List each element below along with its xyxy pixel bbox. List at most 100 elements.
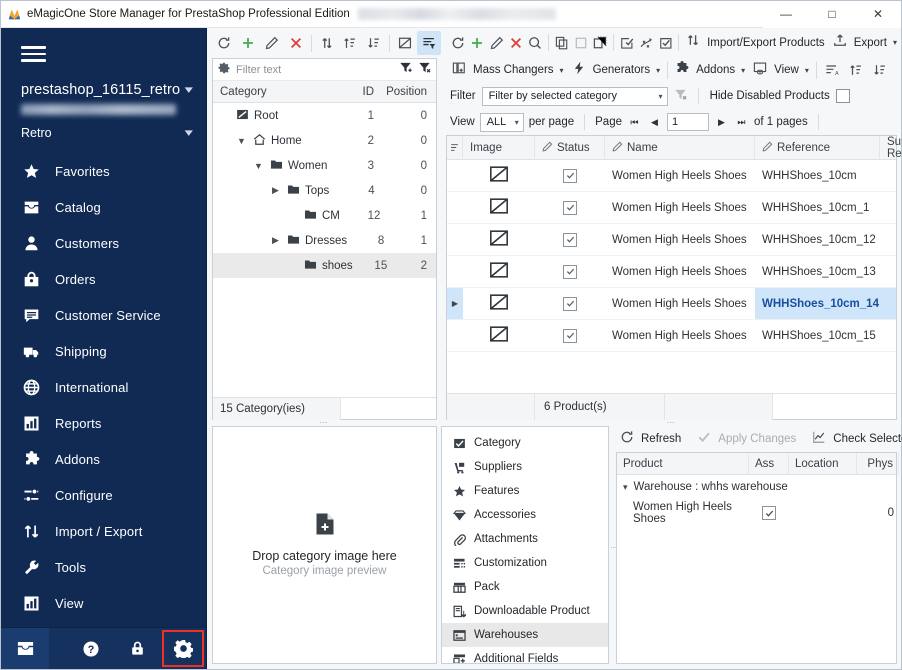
sidebar-item-customers[interactable]: Customers (1, 226, 206, 262)
sort-alpha-icon[interactable]: A (820, 58, 844, 82)
sidebar-item-addons[interactable]: Addons (1, 442, 206, 478)
hide-disabled-checkbox[interactable] (835, 89, 850, 103)
detail-tab-attachments[interactable]: Attachments (442, 527, 608, 551)
export-button[interactable]: Export ▾ (829, 33, 901, 52)
column-header-status[interactable]: Status (535, 135, 605, 160)
per-page-select[interactable]: ALL ▾ (479, 112, 524, 132)
table-row[interactable]: Women High Heels Shoes WHHShoes_10cm_12 (447, 224, 896, 256)
column-header-phys[interactable]: Phys (857, 452, 899, 475)
product-status-cell[interactable] (535, 256, 605, 287)
sidebar-item-catalog[interactable]: Catalog (1, 190, 206, 226)
category-tree-row[interactable]: ▶ Tops 4 0 (213, 178, 436, 203)
help-icon[interactable]: ? (68, 628, 114, 669)
filter-add-icon[interactable] (399, 61, 412, 79)
chevron-down-icon[interactable]: ▼ (252, 161, 265, 171)
close-button[interactable]: ✕ (855, 0, 902, 28)
add-icon[interactable] (467, 31, 486, 55)
lock-icon[interactable] (114, 628, 160, 669)
detail-tab-customization[interactable]: Customization (442, 551, 608, 575)
sort-down-icon[interactable] (362, 31, 386, 55)
column-header-image[interactable]: Image (463, 135, 535, 160)
table-row[interactable]: Women High Heels Shoes WHHShoes_10cm (447, 160, 896, 192)
product-image-cell[interactable] (463, 160, 535, 191)
status-checkbox[interactable] (563, 232, 577, 247)
check-all-icon[interactable] (617, 31, 636, 55)
category-filter-placeholder[interactable]: Filter text (236, 64, 393, 76)
warehouse-assigned-cell[interactable] (749, 499, 789, 527)
view-menu-button[interactable]: View ▾ (749, 61, 813, 80)
delete-icon[interactable] (284, 31, 308, 55)
uncheck-all-icon[interactable] (636, 31, 655, 55)
edit-icon[interactable] (260, 31, 284, 55)
product-image-cell[interactable] (463, 224, 535, 255)
sidebar-item-orders[interactable]: Orders (1, 262, 206, 298)
sidebar-item-configure[interactable]: Configure (1, 478, 206, 514)
paste-icon[interactable] (571, 31, 590, 55)
product-status-cell[interactable] (535, 320, 605, 351)
settings-icon[interactable] (160, 628, 206, 669)
delete-icon[interactable] (506, 31, 525, 55)
category-tree-row[interactable]: CM 12 1 (213, 203, 436, 228)
category-image-dropzone[interactable]: Drop category image here Category image … (212, 426, 437, 664)
detail-tab-pack[interactable]: Pack (442, 575, 608, 599)
status-checkbox[interactable] (563, 264, 577, 279)
product-image-cell[interactable] (463, 192, 535, 223)
gear-icon[interactable] (218, 61, 230, 79)
detail-tab-additional-fields[interactable]: Additional Fields (442, 647, 608, 663)
import-export-products-button[interactable]: Import/Export Products (682, 33, 829, 52)
detail-tab-category[interactable]: Category (442, 431, 608, 455)
chevron-right-icon[interactable]: ▶ (269, 235, 282, 246)
filter-clear-icon[interactable] (418, 61, 431, 79)
refresh-icon[interactable] (448, 31, 467, 55)
column-header-name[interactable]: Name (605, 135, 755, 160)
detail-tab-warehouses[interactable]: Warehouses (442, 623, 608, 647)
detail-tab-suppliers[interactable]: Suppliers (442, 455, 608, 479)
product-image-cell[interactable] (463, 288, 535, 319)
sidebar-item-international[interactable]: International (1, 370, 206, 406)
column-header-category[interactable]: Category (213, 86, 328, 98)
assigned-checkbox[interactable] (762, 506, 776, 520)
filter-clear-icon[interactable] (674, 88, 687, 104)
first-page-button[interactable]: ⏮ (627, 117, 642, 128)
status-checkbox[interactable] (563, 168, 577, 183)
table-row[interactable]: Women High Heels Shoes WHHShoes_10cm_13 (447, 256, 896, 288)
product-status-cell[interactable] (535, 160, 605, 191)
refresh-button[interactable]: Refresh (616, 430, 685, 449)
sort-up-icon[interactable] (844, 58, 868, 82)
menu-toggle-button[interactable] (1, 28, 206, 76)
sidebar-item-customer-service[interactable]: Customer Service (1, 298, 206, 334)
column-header-id[interactable]: ID (328, 86, 375, 98)
product-image-cell[interactable] (463, 320, 535, 351)
category-tree-row[interactable]: ▼ Women 3 0 (213, 153, 436, 178)
detail-splitter[interactable]: ⋮ (609, 426, 617, 669)
category-tree-row[interactable]: ▶ Dresses 8 1 (213, 228, 436, 253)
page-number-input[interactable]: 1 (666, 113, 709, 131)
column-header-position[interactable]: Position (374, 86, 436, 98)
table-row[interactable]: Women High Heels Shoes WHHShoes_10cm_15 (447, 320, 896, 352)
status-checkbox[interactable] (563, 296, 577, 311)
detail-tab-downloadable-product[interactable]: Downloadable Product (442, 599, 608, 623)
last-page-button[interactable]: ⏭ (734, 117, 749, 128)
check-selected-button[interactable]: Check Selected (808, 430, 902, 449)
search-icon[interactable] (526, 31, 545, 55)
chevron-right-icon[interactable]: ▶ (269, 185, 282, 196)
addons-button[interactable]: Addons ▾ (671, 60, 749, 80)
filter-category-select[interactable]: Filter by selected category ▾ (481, 86, 668, 106)
product-status-cell[interactable] (535, 192, 605, 223)
category-tree-row[interactable]: ▼ Home 2 0 (213, 128, 436, 153)
sidebar-item-tools[interactable]: Tools (1, 550, 206, 586)
sort-down-icon[interactable] (868, 58, 892, 82)
warehouse-group-row[interactable]: ▾ Warehouse : whhs warehouse (617, 475, 896, 499)
sidebar-item-import-export[interactable]: Import / Export (1, 514, 206, 550)
next-page-button[interactable]: ▶ (714, 117, 729, 128)
product-status-cell[interactable] (535, 288, 605, 319)
category-tree-row[interactable]: shoes 15 2 (213, 253, 436, 278)
column-header-product[interactable]: Product (617, 452, 749, 475)
apply-changes-button[interactable]: Apply Changes (693, 430, 800, 449)
sidebar-item-view[interactable]: View (1, 586, 206, 622)
invert-check-icon[interactable] (656, 31, 675, 55)
table-row[interactable]: ▶ Women High Heels Shoes WHHShoes_10cm_14 (447, 288, 896, 320)
chevron-down-icon[interactable]: ▼ (235, 136, 248, 146)
sidebar-item-favorites[interactable]: Favorites (1, 154, 206, 190)
edit-icon[interactable] (487, 31, 506, 55)
